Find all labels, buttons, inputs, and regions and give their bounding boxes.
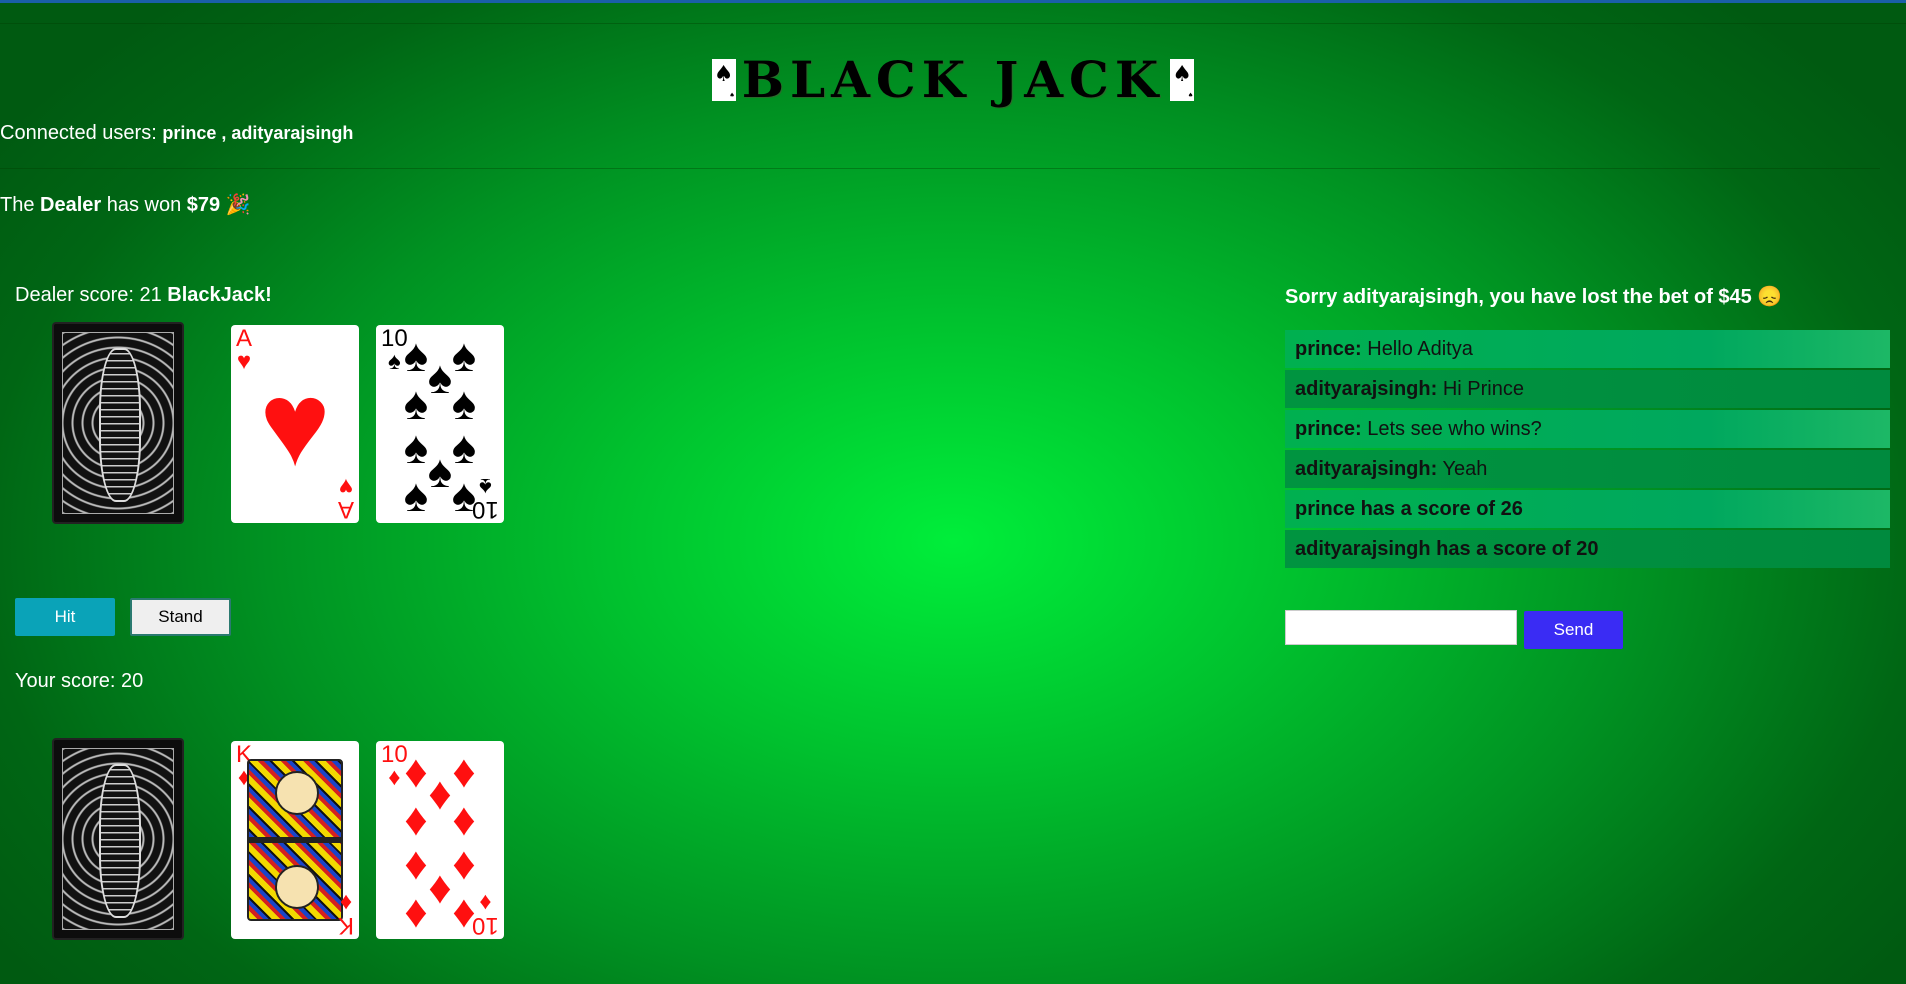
connected-users-label: Connected users: [0, 122, 163, 144]
divider-middle [0, 168, 1880, 169]
chat-input[interactable] [1285, 610, 1517, 645]
chat-log: prince: Hello Aditya adityarajsingh: Hi … [1285, 330, 1890, 570]
dealer-card-ten-spades: 10 ♠ ♠ ♠ ♠ ♠ ♠ ♠ ♠ ♠ ♠ ♠ 10 ♠ [376, 325, 504, 523]
user-separator: , [216, 123, 232, 143]
player-card-ten-diamonds: 10 ♦ ♦ ♦ ♦ ♦ ♦ ♦ ♦ ♦ ♦ ♦ 10 ♦ [376, 741, 504, 939]
result-middle: has won [101, 194, 187, 216]
page-title: ♠ ♠ BLACK JACK ♠ ♠ [0, 50, 1906, 110]
connected-user: adityarajsingh [231, 123, 354, 143]
heart-icon: ♥ [259, 357, 331, 491]
result-amount: $79 [186, 194, 221, 216]
chat-message: prince: Lets see who wins? [1285, 410, 1890, 448]
round-result: The Dealer has won $79 🎉 [0, 192, 251, 217]
player-score: Your score: 20 [15, 670, 144, 692]
party-icon: 🎉 [225, 194, 251, 216]
score-announcement: prince has a score of 26 [1285, 490, 1890, 528]
king-portrait [247, 759, 343, 921]
dealer-score-label: Dealer score: 21 [15, 284, 168, 306]
divider-top [0, 23, 1906, 24]
player-card-king-diamonds: K ♦ K ♦ [231, 741, 359, 939]
result-prefix: The [0, 194, 41, 216]
chat-message: adityarajsingh: Hi Prince [1285, 370, 1890, 408]
connected-users: Connected users: prince , adityarajsingh [0, 122, 353, 145]
spade-card-icon-right: ♠ ♠ [1170, 59, 1195, 101]
top-border [0, 0, 1906, 3]
title-text: BLACK JACK [741, 50, 1165, 109]
send-button[interactable]: Send [1524, 611, 1623, 649]
result-winner: Dealer [40, 194, 102, 216]
dealer-blackjack-label: BlackJack! [167, 284, 272, 306]
player-card-face-down [52, 738, 184, 940]
dealer-card-face-down [52, 322, 184, 524]
chat-message: adityarajsingh: Yeah [1285, 450, 1890, 488]
dealer-score: Dealer score: 21 BlackJack! [15, 284, 272, 307]
dealer-card-ace-hearts: A ♥ ♥ A ♥ [231, 325, 359, 523]
chat-message: prince: Hello Aditya [1285, 330, 1890, 368]
spade-card-icon-left: ♠ ♠ [711, 59, 736, 101]
stand-button[interactable]: Stand [130, 598, 231, 636]
connected-user: prince [162, 123, 217, 143]
hit-button[interactable]: Hit [15, 598, 115, 636]
score-announcement: adityarajsingh has a score of 20 [1285, 530, 1890, 568]
lost-bet-message: Sorry adityarajsingh, you have lost the … [1285, 286, 1783, 308]
